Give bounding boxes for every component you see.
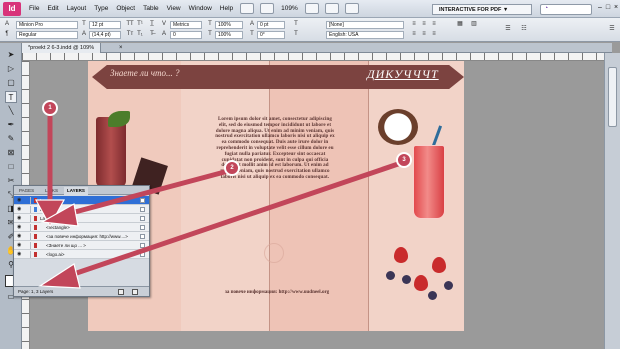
annotation-arrow-2 — [57, 167, 235, 219]
callout-2: 2 — [224, 160, 240, 176]
annotation-arrow-3 — [59, 159, 407, 281]
annotation-arrows — [34, 109, 407, 289]
callout-3: 3 — [396, 152, 412, 168]
arrowhead-icon — [38, 263, 81, 289]
callout-1: 1 — [42, 100, 58, 116]
